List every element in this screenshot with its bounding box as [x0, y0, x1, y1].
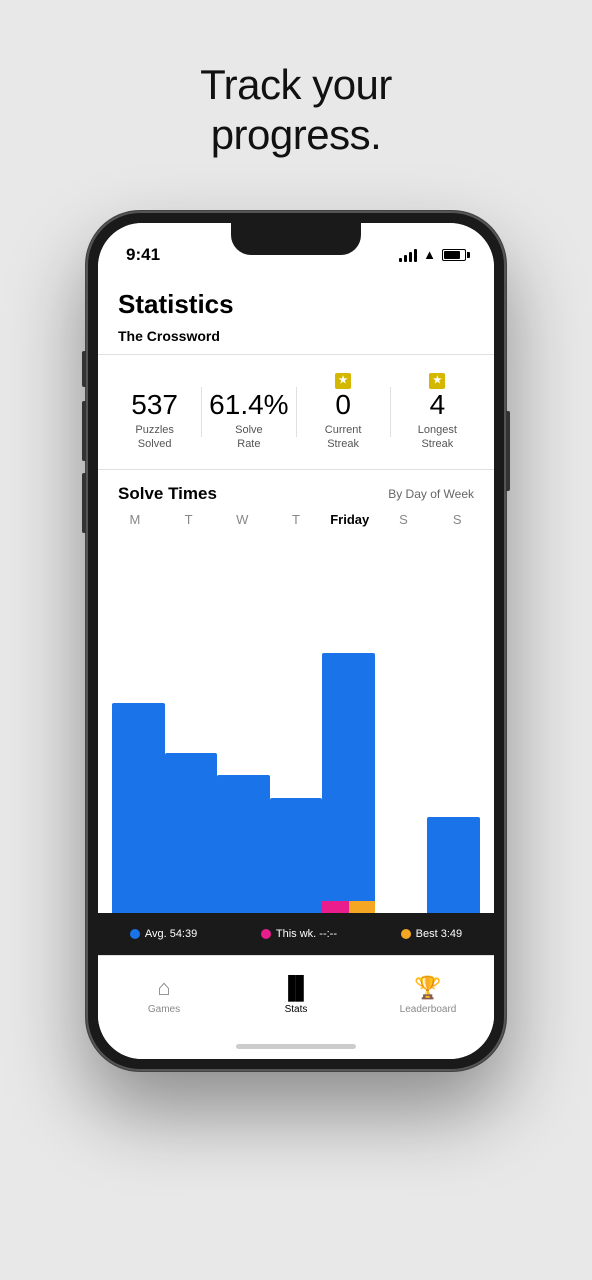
signal-bar-3: [409, 252, 412, 262]
bar-mon: [112, 703, 165, 913]
bar-group-sat: [375, 531, 428, 912]
legend-bar: Avg. 54:39 This wk. --:-- Best 3:49: [98, 913, 494, 955]
wifi-icon: ▲: [423, 247, 436, 262]
solve-times-filter: By Day of Week: [388, 487, 474, 501]
battery-fill: [444, 251, 460, 259]
home-bar: [236, 1044, 356, 1049]
solve-times-header: Solve Times By Day of Week: [98, 470, 494, 504]
power-button: [506, 411, 510, 491]
status-time: 9:41: [126, 245, 160, 265]
signal-bar-1: [399, 258, 402, 262]
stat-number-current: 0: [335, 391, 351, 419]
star-badge-current: ★: [335, 373, 351, 389]
screen-content: Statistics The Crossword 537 PuzzlesSolv…: [98, 273, 494, 1059]
bar-marker-pink: [322, 901, 348, 913]
nav-item-leaderboard[interactable]: 🏆 Leaderboard: [362, 975, 494, 1015]
day-labels: M T W T Friday S S: [98, 504, 494, 531]
legend-dot-best: [401, 929, 411, 939]
legend-text-best: Best 3:49: [416, 928, 462, 940]
nav-item-games[interactable]: ⌂ Games: [98, 975, 230, 1015]
star-spacer-2: [247, 373, 251, 389]
nav-label-leaderboard: Leaderboard: [400, 1004, 457, 1015]
stat-label-rate: SolveRate: [235, 423, 263, 452]
bar-sun: [427, 817, 480, 912]
day-label-tue: T: [162, 512, 216, 527]
stat-solve-rate: 61.4% SolveRate: [202, 373, 295, 452]
stat-puzzles-solved: 537 PuzzlesSolved: [108, 373, 201, 452]
bar-group-fri: [322, 531, 375, 912]
battery-icon: [442, 249, 466, 261]
leaderboard-icon: 🏆: [414, 975, 441, 1001]
stats-row: 537 PuzzlesSolved 61.4% SolveRate ★ 0 Cu…: [98, 355, 494, 471]
bar-fri: [322, 653, 375, 901]
legend-dot-avg: [130, 929, 140, 939]
signal-bar-4: [414, 249, 417, 262]
bar-thu: [270, 798, 323, 912]
games-icon: ⌂: [157, 975, 170, 1001]
stat-label-puzzles: PuzzlesSolved: [135, 423, 174, 452]
phone-screen: 9:41 ▲ Statistics The Crossword: [98, 223, 494, 1059]
status-icons: ▲: [399, 247, 466, 262]
day-label-sat: S: [377, 512, 431, 527]
notch: [231, 223, 361, 255]
volume-up-button: [82, 401, 86, 461]
current-streak-star: ★: [335, 373, 351, 389]
chart-container: [98, 531, 494, 912]
legend-best: Best 3:49: [401, 928, 462, 940]
bar-group-mon: [112, 531, 165, 912]
nav-label-stats: Stats: [285, 1004, 308, 1015]
legend-avg: Avg. 54:39: [130, 928, 197, 940]
day-label-fri: Friday: [323, 512, 377, 527]
bar-group-wed: [217, 531, 270, 912]
signal-icon: [399, 248, 417, 262]
legend-this-week: This wk. --:--: [261, 928, 337, 940]
chart-area: [108, 531, 484, 912]
bar-tue: [165, 753, 218, 913]
bar-group-tue: [165, 531, 218, 912]
stat-longest-streak: ★ 4 LongestStreak: [391, 373, 484, 452]
stat-number-longest: 4: [430, 391, 446, 419]
star-badge-longest: ★: [429, 373, 445, 389]
stat-number-rate: 61.4%: [209, 391, 288, 419]
stat-label-longest: LongestStreak: [418, 423, 457, 452]
legend-text-week: This wk. --:--: [276, 928, 337, 940]
headline: Track your progress.: [200, 60, 392, 161]
bottom-nav: ⌂ Games ▐▌ Stats 🏆 Leaderboard: [98, 955, 494, 1035]
phone-mockup: 9:41 ▲ Statistics The Crossword: [86, 211, 506, 1071]
day-label-wed: W: [215, 512, 269, 527]
bar-wed: [217, 775, 270, 912]
page-title: Statistics: [98, 273, 494, 324]
longest-streak-star: ★: [429, 373, 445, 389]
stat-label-current: CurrentStreak: [325, 423, 362, 452]
headline-line1: Track your: [200, 61, 392, 108]
stat-number-puzzles: 537: [131, 391, 178, 419]
day-label-sun: S: [430, 512, 484, 527]
signal-bar-2: [404, 255, 407, 262]
legend-text-avg: Avg. 54:39: [145, 928, 197, 940]
day-label-thu: T: [269, 512, 323, 527]
day-label-mon: M: [108, 512, 162, 527]
stats-icon: ▐▌: [280, 975, 311, 1001]
bar-group-thu: [270, 531, 323, 912]
nav-label-games: Games: [148, 1004, 180, 1015]
bar-group-sun: [427, 531, 480, 912]
mute-button: [82, 351, 86, 387]
stat-current-streak: ★ 0 CurrentStreak: [297, 373, 390, 452]
section-label: The Crossword: [98, 324, 494, 355]
headline-line2: progress.: [211, 111, 382, 158]
volume-down-button: [82, 473, 86, 533]
bar-marker-gold: [349, 901, 375, 913]
legend-dot-week: [261, 929, 271, 939]
home-indicator: [98, 1035, 494, 1059]
nav-item-stats[interactable]: ▐▌ Stats: [230, 975, 362, 1015]
solve-times-title: Solve Times: [118, 484, 217, 504]
star-spacer-1: [153, 373, 157, 389]
